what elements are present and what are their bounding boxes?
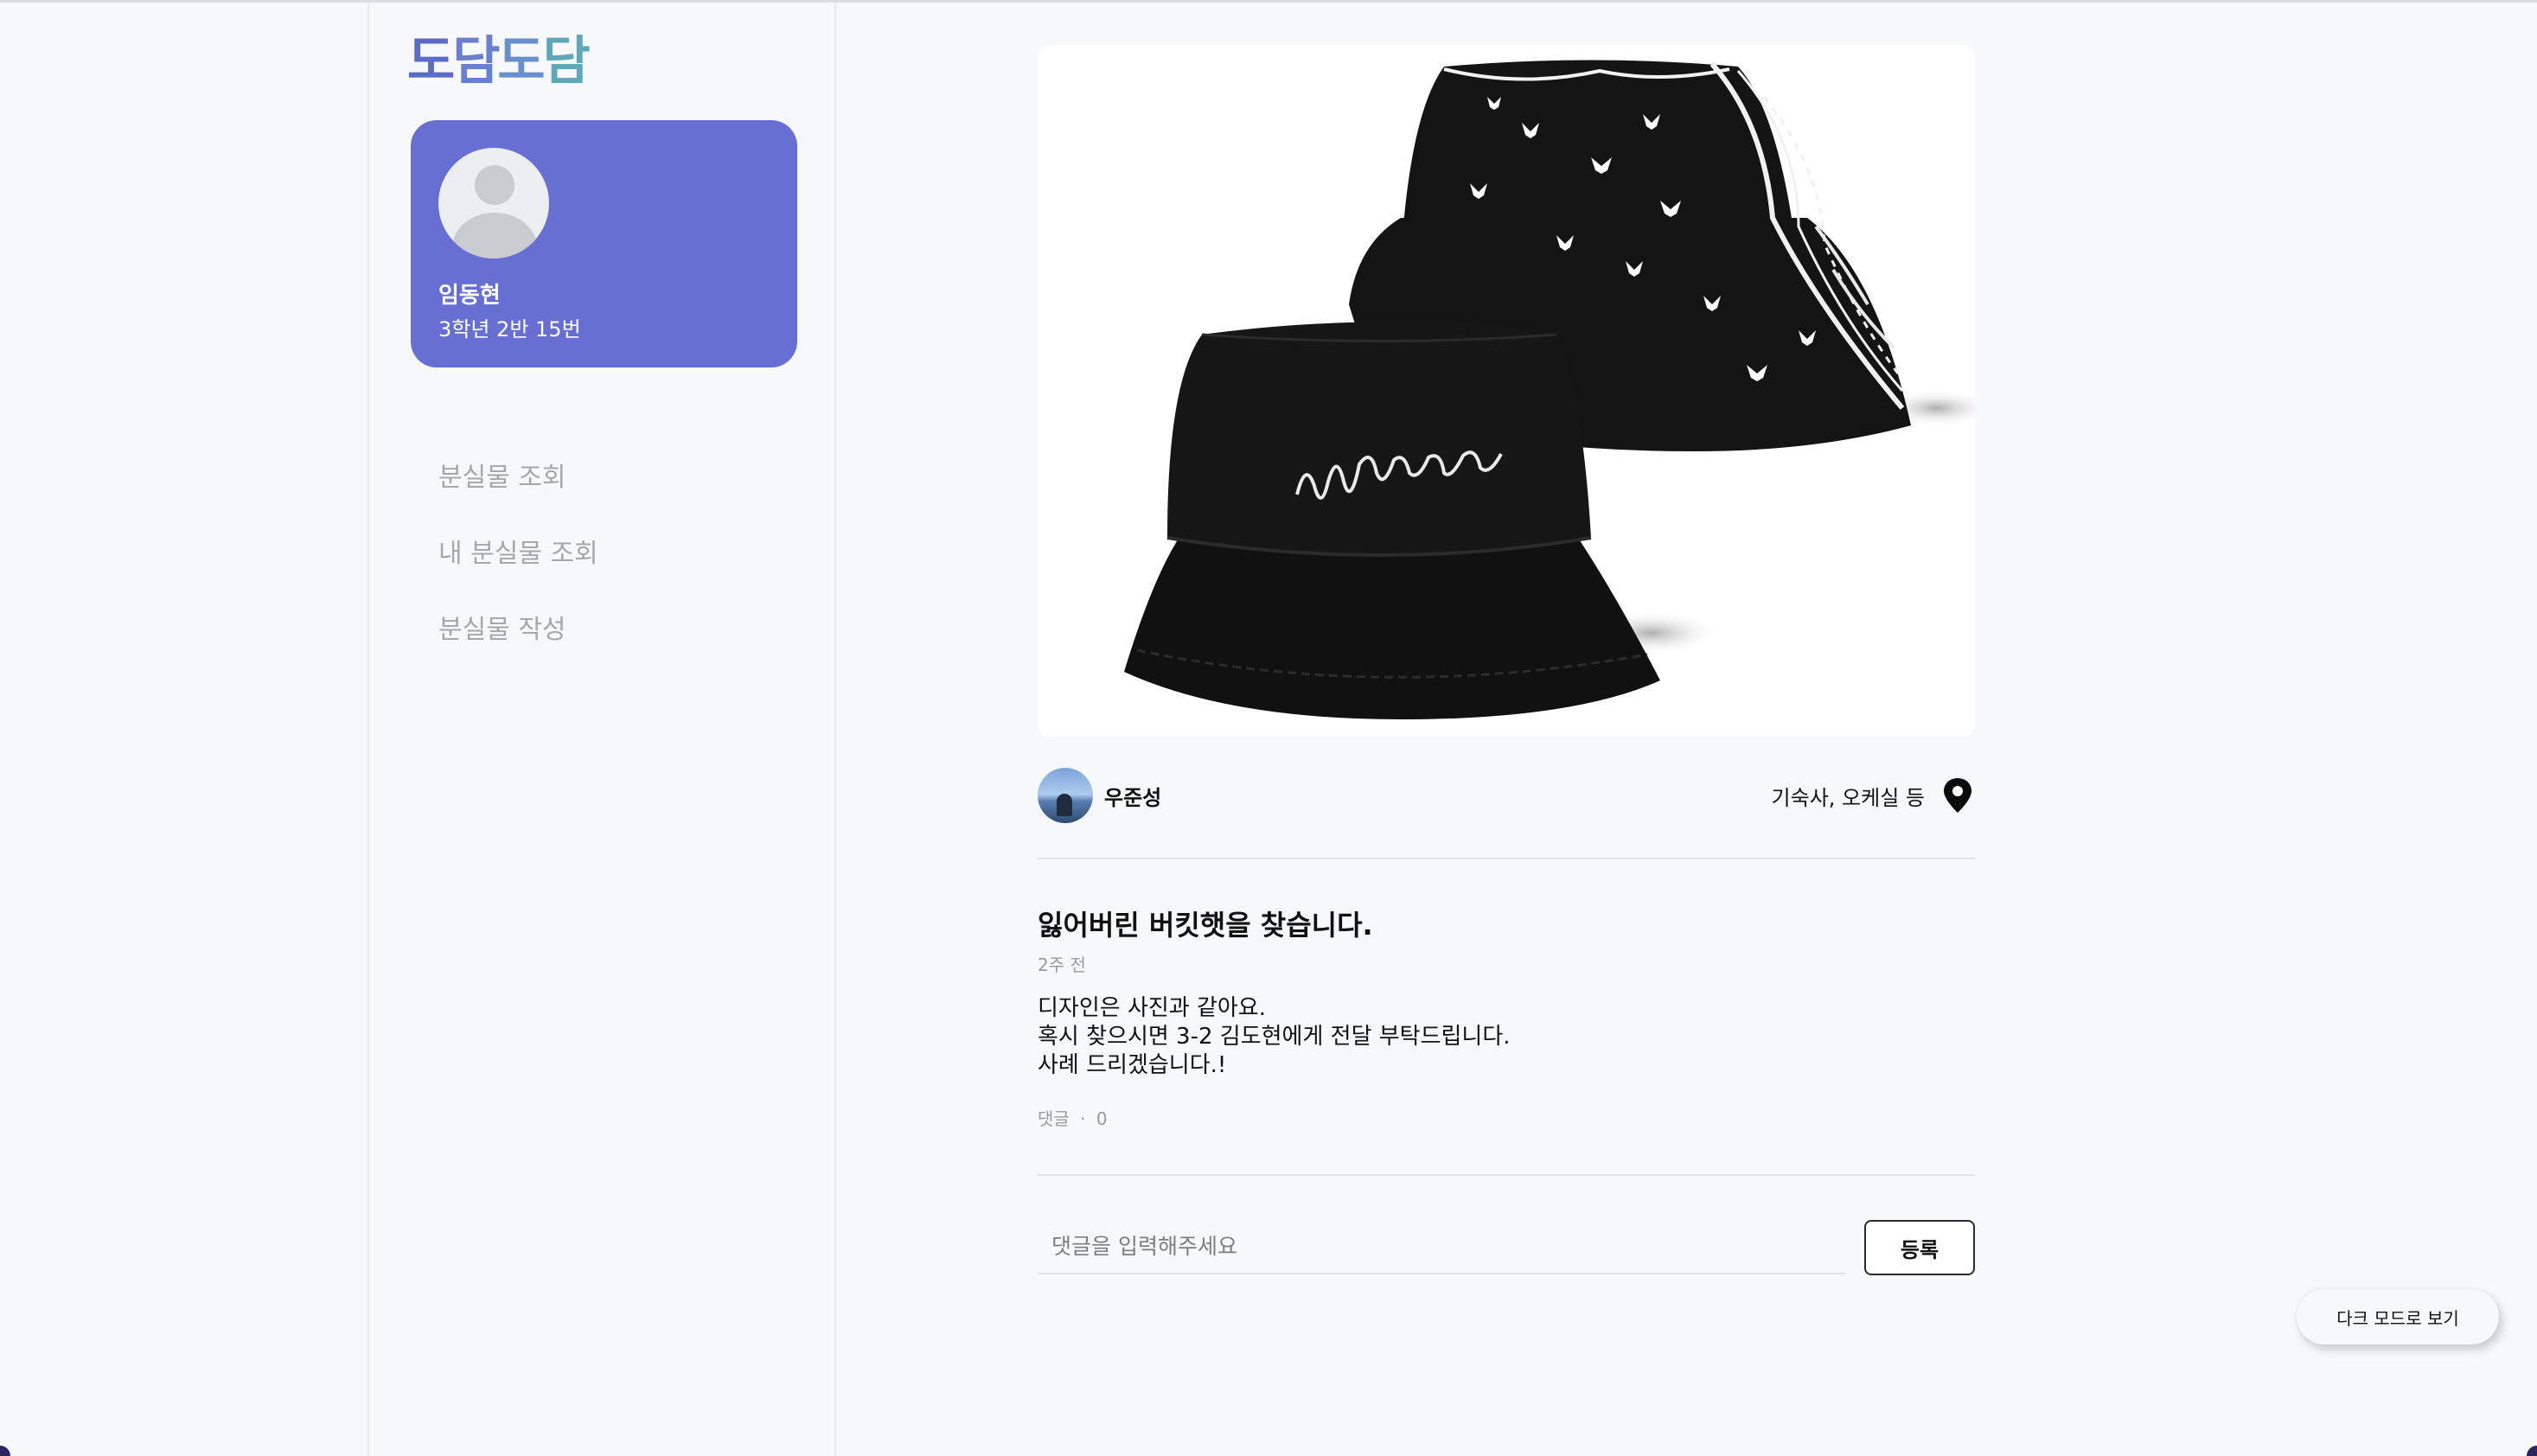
logo-char: 담 (542, 31, 591, 92)
submit-comment-button[interactable]: 등록 (1864, 1220, 1975, 1275)
profile-card: 임동현 3학년 2반 15번 (411, 120, 797, 367)
location-pin-icon (1944, 778, 1971, 813)
logo-char: 도 (407, 31, 455, 92)
comment-separator: · (1080, 1108, 1086, 1129)
sidebar-nav: 분실물 조회 내 분실물 조회 분실물 작성 (438, 448, 598, 676)
author-avatar[interactable] (1038, 768, 1093, 823)
app-logo[interactable]: 도담도담 (407, 31, 591, 92)
divider (1038, 858, 1975, 859)
post-body: 디자인은 사진과 같아요. 혹시 찾으시면 3-2 김도현에게 전달 부탁드립니… (1038, 994, 1511, 1080)
comment-count: 댓글 · 0 (1038, 1105, 1108, 1130)
post-title: 잃어버린 버킷햇을 찾습니다. (1038, 909, 1373, 942)
author-row: 우준성 기숙사, 오케실 등 (1038, 768, 1975, 825)
sidebar-item-write-lost-item[interactable]: 분실물 작성 (438, 600, 598, 676)
post-time: 2주 전 (1038, 955, 1086, 975)
bucket-hats-photo-icon (1038, 45, 1975, 737)
window-corner (2527, 1446, 2537, 1456)
comment-input[interactable] (1038, 1219, 1846, 1274)
post-body-line: 사례 드리겠습니다.! (1038, 1052, 1227, 1078)
profile-class-info: 3학년 2반 15번 (438, 317, 581, 342)
logo-char: 담 (452, 31, 500, 92)
sidebar-item-my-lost-items[interactable]: 내 분실물 조회 (438, 524, 598, 600)
avatar (438, 148, 549, 259)
post-photo (1038, 45, 1975, 737)
divider (1038, 1174, 1975, 1176)
dark-mode-toggle-button[interactable]: 다크 모드로 보기 (2297, 1289, 2499, 1344)
sidebar-item-lost-items[interactable]: 분실물 조회 (438, 448, 598, 524)
logo-char: 도 (497, 31, 545, 92)
comment-label: 댓글 (1038, 1108, 1070, 1129)
window-corner (0, 1446, 10, 1456)
post-body-line: 혹시 찾으시면 3-2 김도현에게 전달 부탁드립니다. (1038, 1024, 1511, 1050)
post-body-line: 디자인은 사진과 같아요. (1038, 995, 1266, 1021)
author-name: 우준성 (1104, 786, 1162, 810)
comment-count-value: 0 (1096, 1108, 1108, 1129)
sidebar: 도담도담 임동현 3학년 2반 15번 분실물 조회 내 분실물 조회 분실물 … (367, 3, 836, 1456)
location-text: 기숙사, 오케실 등 (1771, 786, 1925, 810)
profile-name: 임동현 (438, 283, 501, 309)
